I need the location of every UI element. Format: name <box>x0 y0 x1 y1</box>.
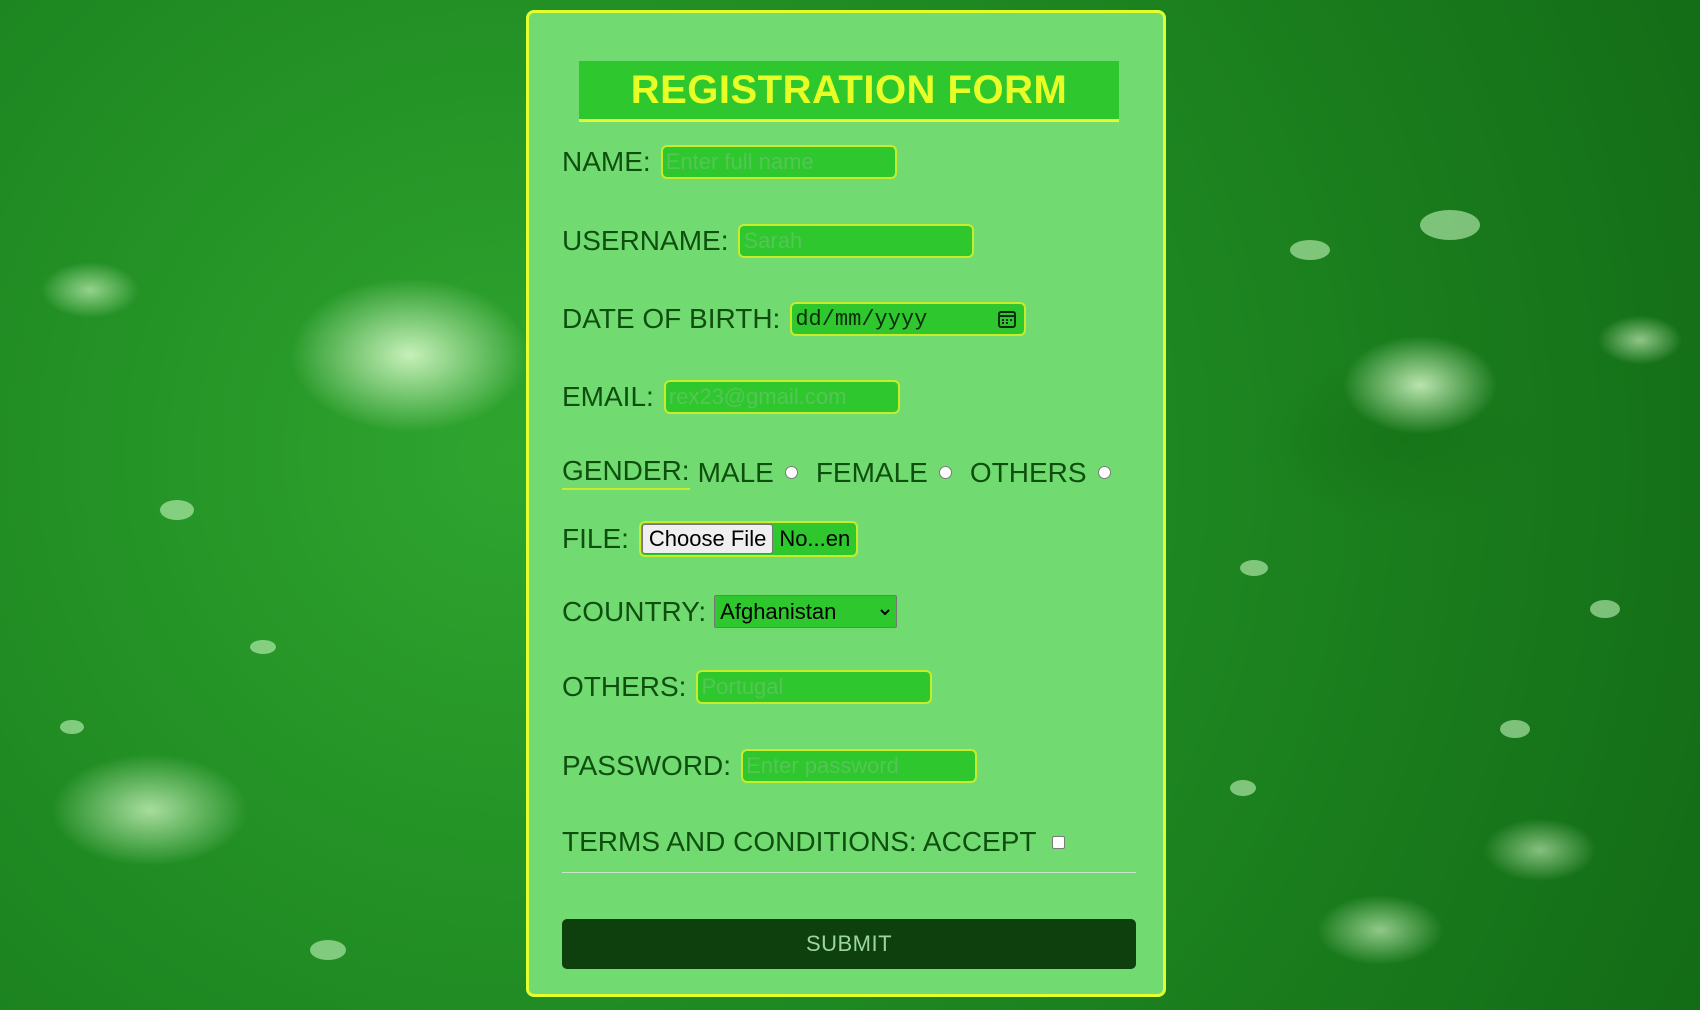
terms-checkbox[interactable] <box>1051 835 1065 849</box>
password-placeholder: Enter password <box>746 753 899 778</box>
terms-row: TERMS AND CONDITIONS: ACCEPT <box>562 826 1065 858</box>
name-input[interactable]: Enter full name <box>660 145 897 179</box>
username-placeholder: Sarah <box>743 228 803 253</box>
password-label: PASSWORD: <box>562 750 732 781</box>
gender-label: GENDER: <box>562 455 690 490</box>
name-placeholder: Enter full name <box>665 149 814 174</box>
others-row: OTHERS: Portugal <box>562 670 933 704</box>
country-select[interactable]: Afghanistan <box>714 595 898 628</box>
name-row: NAME: Enter full name <box>562 145 897 179</box>
country-label: COUNTRY: <box>562 595 707 627</box>
file-label: FILE: <box>562 523 629 554</box>
email-label: EMAIL: <box>562 381 654 412</box>
email-input[interactable]: rex23@gmail.com <box>663 380 900 414</box>
name-label: NAME: <box>562 146 651 177</box>
password-row: PASSWORD: Enter password <box>562 749 978 783</box>
username-input[interactable]: Sarah <box>738 224 975 258</box>
chevron-down-icon <box>880 608 890 615</box>
form-title: REGISTRATION FORM <box>630 67 1068 112</box>
gender-option-others: OTHERS <box>969 456 1087 488</box>
submit-button[interactable]: SUBMIT <box>562 919 1136 969</box>
password-input[interactable]: Enter password <box>741 749 978 783</box>
dob-input[interactable]: dd/mm/yyyy <box>790 302 1027 336</box>
file-row: FILE: Choose File No...en <box>562 521 859 557</box>
gender-radio-female[interactable] <box>938 466 952 479</box>
file-input[interactable]: Choose File No...en <box>638 521 859 557</box>
form-divider <box>562 872 1136 873</box>
email-row: EMAIL: rex23@gmail.com <box>562 380 900 414</box>
country-selected: Afghanistan <box>720 598 837 624</box>
file-status: No...en <box>779 526 851 551</box>
calendar-icon[interactable] <box>997 309 1017 329</box>
others-placeholder: Portugal <box>701 674 784 699</box>
dob-label: DATE OF BIRTH: <box>562 303 781 334</box>
choose-file-button[interactable]: Choose File <box>641 524 774 554</box>
gender-radio-male[interactable] <box>784 466 798 479</box>
country-row: COUNTRY: Afghanistan <box>562 595 898 628</box>
others-input[interactable]: Portugal <box>696 670 933 704</box>
others-label: OTHERS: <box>562 671 687 702</box>
gender-option-male: MALE <box>697 456 774 488</box>
gender-radio-others[interactable] <box>1097 466 1111 479</box>
email-placeholder: rex23@gmail.com <box>668 384 847 409</box>
form-title-banner: REGISTRATION FORM <box>579 61 1119 122</box>
dob-row: DATE OF BIRTH: dd/mm/yyyy <box>562 302 1027 336</box>
registration-form: REGISTRATION FORM NAME: Enter full name … <box>526 10 1166 997</box>
terms-label: TERMS AND CONDITIONS: ACCEPT <box>562 826 1037 857</box>
gender-option-female: FEMALE <box>815 456 928 488</box>
username-label: USERNAME: <box>562 225 729 256</box>
username-row: USERNAME: Sarah <box>562 224 975 258</box>
gender-row: GENDER: MALE FEMALE OTHERS <box>562 455 1129 490</box>
dob-value: dd/mm/yyyy <box>795 306 928 332</box>
